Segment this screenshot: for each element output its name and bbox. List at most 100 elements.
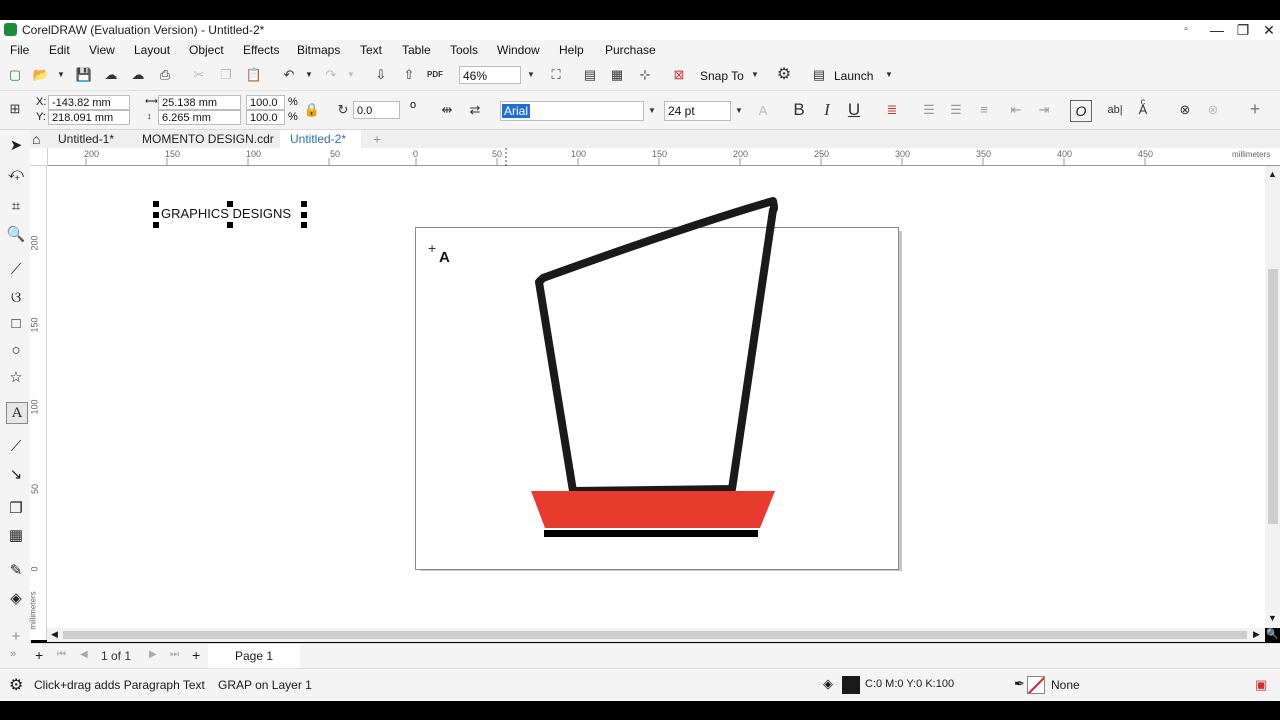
menu-tools[interactable]: Tools [450,43,478,57]
show-guidelines-icon[interactable]: ⊹ [636,66,654,84]
selection-handle[interactable] [227,222,233,228]
save-icon[interactable]: 💾 [75,66,93,84]
cut-icon[interactable]: ✂ [190,66,208,84]
selected-text-object[interactable]: GRAPHICS DESIGNS [153,201,307,228]
menu-bitmaps[interactable]: Bitmaps [297,43,340,57]
menu-window[interactable]: Window [497,43,540,57]
options-gear-icon[interactable]: ⚙ [775,66,793,84]
page-tab[interactable]: Page 1 [208,644,300,668]
drop-cap-icon[interactable]: ≡ [975,101,993,119]
polygon-tool-icon[interactable]: ☆ [6,368,26,388]
selection-handle[interactable] [301,222,307,228]
weld-icon[interactable]: ⊗ [1204,101,1222,119]
font-size-input[interactable]: 24 pt [664,101,731,121]
tab-untitled-2[interactable]: Untitled-2* [280,130,361,148]
cloud-export-icon[interactable]: ☁ [129,66,147,84]
zoom-dropdown-icon[interactable]: ▼ [522,66,540,84]
scroll-down-icon[interactable]: ▼ [1268,613,1277,623]
add-page-after-icon[interactable]: + [192,647,200,663]
font-size-dropdown-icon[interactable]: ▼ [730,102,748,120]
fill-color-swatch[interactable] [842,676,860,694]
transparency-tool-icon[interactable]: ▦ [6,526,26,546]
expand-toolbox-icon[interactable]: » [10,648,16,660]
show-rulers-icon[interactable]: ▤ [581,66,599,84]
artistic-media-icon[interactable]: ଓ [6,288,26,308]
width-input[interactable]: 25.138 mm [158,95,241,110]
vertical-ruler[interactable]: 200 150 100 50 0 millimeters [29,166,47,640]
object-origin-icon[interactable]: ⊞ [6,100,24,118]
scroll-left-icon[interactable]: ◀ [51,629,58,640]
selection-handle[interactable] [153,201,159,207]
mirror-horizontal-icon[interactable]: ⇹ [438,101,456,119]
lock-ratio-icon[interactable]: 🔒 [303,101,321,119]
menu-file[interactable]: File [10,43,29,57]
horizontal-ruler[interactable]: 200 150 100 50 0 50 100 150 200 250 300 … [48,148,1280,167]
rectangle-tool-icon[interactable]: □ [6,314,26,334]
decrease-indent-icon[interactable]: ⇤ [1007,101,1025,119]
menu-object[interactable]: Object [189,43,224,57]
menu-view[interactable]: View [89,43,115,57]
paste-icon[interactable]: 📋 [245,66,263,84]
height-input[interactable]: 6.265 mm [158,110,241,125]
redo-icon[interactable]: ↷ [322,66,340,84]
selection-handle[interactable] [153,222,159,228]
ellipse-tool-icon[interactable]: ○ [6,341,26,361]
cloud-import-icon[interactable]: ☁ [102,66,120,84]
menu-purchase[interactable]: Purchase [605,43,656,57]
freehand-tool-icon[interactable]: ⟋ [6,260,26,280]
menu-edit[interactable]: Edit [49,43,70,57]
bullet-list-icon[interactable]: ☰ [920,101,938,119]
add-page-before-icon[interactable]: + [35,647,43,663]
publish-pdf-icon[interactable]: PDF [426,66,444,84]
menu-layout[interactable]: Layout [134,43,170,57]
italic-button[interactable]: I [818,101,836,119]
ruler-corner[interactable] [30,148,48,166]
add-tool-icon[interactable]: + [6,627,26,647]
open-dropdown-icon[interactable]: ▼ [52,66,70,84]
font-dropdown-icon[interactable]: ▼ [643,102,661,120]
scale-x-input[interactable]: 100.0 [246,95,285,110]
edit-text-icon[interactable]: ab| [1106,101,1124,119]
scale-y-input[interactable]: 100.0 [246,110,285,125]
x-position-input[interactable]: -143.82 mm [48,95,130,110]
first-page-icon[interactable]: ⏮ [57,649,66,660]
show-grid-icon[interactable]: ▦ [608,66,626,84]
redo-dropdown-icon[interactable]: ▼ [342,66,360,84]
numbered-list-icon[interactable]: ☰ [947,101,965,119]
new-tab-button[interactable]: + [363,130,391,148]
interactive-fill-icon[interactable]: ◈ [6,589,26,609]
tab-momento-design[interactable]: MOMENTO DESIGN.cdr [132,130,284,148]
connector-tool-icon[interactable]: ↘ [6,465,26,485]
crop-tool-icon[interactable]: ⌗ [6,197,26,217]
drop-shadow-icon[interactable]: ❐ [6,499,26,519]
opentype-button[interactable]: O [1070,100,1092,122]
align-objects-icon[interactable]: ⊗ [1176,101,1194,119]
new-document-icon[interactable]: ▢ [6,66,24,84]
menu-table[interactable]: Table [402,43,431,57]
maximize-button[interactable]: ❐ [1229,20,1257,40]
horizontal-scrollbar[interactable]: ◀ ▶ [47,628,1265,642]
text-align-icon[interactable]: ≣ [883,101,901,119]
home-icon[interactable]: ⌂ [32,131,40,147]
undo-dropdown-icon[interactable]: ▼ [300,66,318,84]
text-tool-icon[interactable]: A [6,402,28,424]
canvas-text[interactable]: GRAPHICS DESIGNS [161,206,291,221]
eyedropper-icon[interactable]: ✎ [6,561,26,581]
zoom-tool-icon[interactable]: 🔍 [6,225,26,245]
menu-help[interactable]: Help [559,43,584,57]
text-flow-icon[interactable]: ⇄ [466,101,484,119]
close-button[interactable]: ✕ [1255,20,1280,40]
bold-button[interactable]: B [790,101,808,119]
print-icon[interactable]: ⎙ [156,66,174,84]
scroll-right-icon[interactable]: ▶ [1253,629,1260,640]
import-icon[interactable]: ⇩ [372,66,390,84]
status-settings-gear-icon[interactable]: ⚙ [9,675,23,695]
undo-icon[interactable]: ↶ [280,66,298,84]
selection-handle[interactable] [227,201,233,207]
selection-handle[interactable] [301,212,307,218]
font-list-input[interactable]: Arial [500,101,644,121]
rotation-input[interactable]: 0.0 [353,101,400,119]
underline-button[interactable]: U [845,101,863,119]
previous-page-icon[interactable]: ◀ [80,649,88,660]
y-position-input[interactable]: 218.091 mm [48,110,130,125]
